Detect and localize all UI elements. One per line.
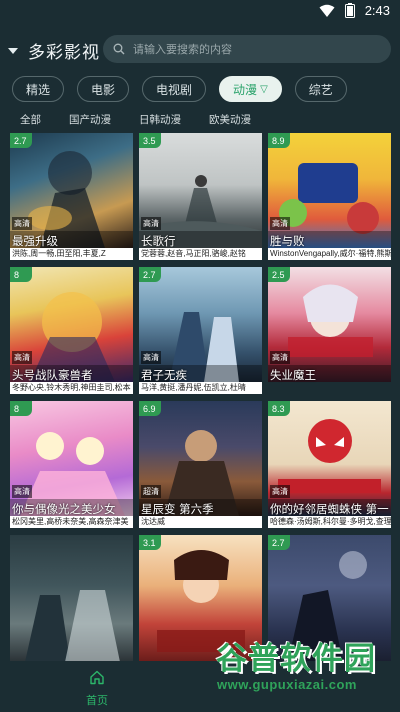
video-card[interactable]: 2.5 高清 失业魔王 [268,267,391,394]
top-bar: 多彩影视 [0,28,400,70]
score-badge: 2.7 [268,535,290,550]
subtab-western-anime[interactable]: 欧美动漫 [209,112,251,127]
quality-badge: 高清 [270,217,290,230]
quality-badge: 高清 [270,485,290,498]
tab-label: 综艺 [308,82,333,97]
score-badge: 8.9 [268,133,290,148]
card-actors: 哈德森·汤姆斯,科尔曼·多明戈,查理 [268,516,391,528]
tab-label: 电视剧 [156,82,193,97]
card-title: 失业魔王 [270,368,316,382]
card-title: 头号战队豪兽者 [12,368,93,382]
search-input[interactable] [133,42,373,56]
watermark-logo: 谷普软件园 www.gupuxiazai.com [208,629,400,701]
tab-variety[interactable]: 综艺 [294,76,347,102]
video-card[interactable]: 8.9 高清 胜与败 WinstonVengapally,威尔·福特,熊斯 [268,133,391,260]
filter-icon: ▽ [260,83,268,95]
score-badge: 3.5 [139,133,161,148]
tab-tv-series[interactable]: 电视剧 [142,76,207,102]
card-title: 星辰变 第六季 [141,502,214,516]
quality-badge: 高清 [12,351,32,364]
score-badge: 2.5 [268,267,290,282]
status-bar: 2:43 [0,0,400,24]
quality-badge: 超清 [141,485,161,498]
tab-movies[interactable]: 电影 [77,76,130,102]
tab-label: 动漫 [233,82,258,97]
tab-label: 电影 [91,82,116,97]
video-card[interactable]: 3.5 高清 长歌行 党蓉蓉,赵音,马正阳,骆峻,赵铭 [139,133,262,260]
video-card[interactable]: 8 高清 你与偶像光之美少女 松冈美里,高桥未奈美,高森奈津美 [10,401,133,528]
quality-badge: 高清 [270,351,290,364]
score-badge: 3.1 [139,535,161,550]
tab-label: 精选 [26,82,51,97]
quality-badge: 高清 [12,485,32,498]
card-title: 君子无疾 [141,368,187,382]
score-badge: 6.9 [139,401,161,416]
subtab-japanese-korean-anime[interactable]: 日韩动漫 [139,112,181,127]
score-badge: 8 [10,267,32,282]
quality-badge: 高清 [12,217,32,230]
category-tabs: 精选 电影 电视剧 动漫 ▽ 综艺 [12,76,347,102]
search-icon [113,43,125,55]
card-title: 胜与败 [270,234,305,248]
video-card[interactable]: 8.3 高清 你的好邻居蜘蛛侠 第一 哈德森·汤姆斯,科尔曼·多明戈,查理 [268,401,391,528]
card-title: 你的好邻居蜘蛛侠 第一 [270,502,389,516]
card-actors: 松冈美里,高桥未奈美,高森奈津美 [10,516,133,528]
video-card[interactable]: 2.7 高清 最强升级 洪陈,周一畅,田至阳,丰夏,Z [10,133,133,260]
card-title: 你与偶像光之美少女 [12,502,116,516]
score-badge: 8 [10,401,32,416]
tab-anime[interactable]: 动漫 ▽ [219,76,282,102]
search-box[interactable] [103,35,391,63]
subtab-all[interactable]: 全部 [20,112,41,127]
card-actors: 冬野心央,铃木秀明,神田圭司,松本 [10,382,133,394]
score-badge: 2.7 [10,133,32,148]
video-card[interactable]: 8 高清 头号战队豪兽者 冬野心央,铃木秀明,神田圭司,松本 [10,267,133,394]
caret-down-icon [8,47,18,54]
app-title: 多彩影视 [28,43,100,63]
score-badge: 8.3 [268,401,290,416]
card-title: 最强升级 [12,234,58,248]
app-title-selector[interactable]: 多彩影视 [8,38,100,63]
card-actors: 洪陈,周一畅,田至阳,丰夏,Z [10,248,133,260]
video-card[interactable]: 6.9 超清 星辰变 第六季 沈达威 [139,401,262,528]
wifi-icon [319,4,335,17]
video-card[interactable]: 2.7 高清 君子无疾 马洋,黄挺,潘丹妮,伍凯立,杜晴 [139,267,262,394]
card-actors: 党蓉蓉,赵音,马正阳,骆峻,赵铭 [139,248,262,260]
content-grid: 2.7 高清 最强升级 洪陈,周一畅,田至阳,丰夏,Z 3.5 高清 长歌行 党… [10,133,391,661]
card-actors: 马洋,黄挺,潘丹妮,伍凯立,杜晴 [139,382,262,394]
nav-home[interactable]: 首页 [79,669,115,708]
tab-featured[interactable]: 精选 [12,76,65,102]
card-title: 长歌行 [141,234,176,248]
home-icon [90,670,104,685]
score-badge: 2.7 [139,267,161,282]
sub-category-tabs: 全部 国产动漫 日韩动漫 欧美动漫 [20,112,279,127]
card-actors: WinstonVengapally,威尔·福特,熊斯 [268,248,391,260]
subtab-domestic-anime[interactable]: 国产动漫 [69,112,111,127]
quality-badge: 高清 [141,351,161,364]
card-actors: 沈达威 [139,516,262,528]
video-card[interactable] [10,535,133,661]
watermark-url: www.gupuxiazai.com [217,677,357,692]
poster-image [10,535,133,661]
battery-icon [344,3,355,18]
nav-home-label: 首页 [86,694,108,707]
watermark-text: 谷普软件园 [216,641,376,677]
quality-badge: 高清 [141,217,161,230]
status-time: 2:43 [364,3,390,18]
